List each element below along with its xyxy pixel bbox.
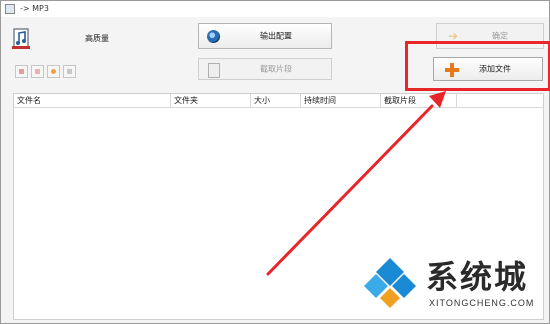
title-bar: -> MP3	[1, 1, 549, 17]
watermark: 系统城 XITONGCHENG.COM	[360, 250, 550, 320]
remove-item-button[interactable]	[15, 65, 28, 78]
watermark-logo-icon	[364, 258, 416, 308]
remove-icon	[19, 69, 24, 74]
ok-label: 确定	[492, 31, 508, 41]
table-header: 文件名 文件夹 大小 持续时间 截取片段	[14, 94, 543, 108]
column-header-folder[interactable]: 文件夹	[171, 94, 251, 107]
column-header-filename[interactable]: 文件名	[14, 94, 171, 107]
output-config-button[interactable]: 输出配置	[198, 23, 332, 49]
audio-file-icon	[12, 28, 30, 49]
clear-icon	[51, 69, 56, 74]
media-info-button[interactable]	[63, 65, 76, 78]
app-icon	[5, 4, 15, 14]
window-title: -> MP3	[20, 4, 49, 13]
watermark-site: XITONGCHENG.COM	[429, 298, 535, 308]
output-config-label: 输出配置	[260, 31, 292, 41]
quality-label: 高质量	[85, 34, 109, 43]
clip-label: 截取片段	[260, 64, 292, 74]
column-header-duration[interactable]: 持续时间	[301, 94, 381, 107]
clip-button[interactable]: 截取片段	[198, 58, 332, 80]
info-icon	[67, 69, 72, 74]
column-header-size[interactable]: 大小	[251, 94, 301, 107]
watermark-brand: 系统城	[426, 258, 529, 296]
add-file-highlight-box	[405, 41, 550, 91]
clear-list-button[interactable]	[47, 65, 60, 78]
play-icon	[35, 69, 40, 74]
film-clip-icon	[208, 63, 220, 78]
column-header-clip[interactable]: 截取片段	[381, 94, 457, 107]
play-item-button[interactable]	[31, 65, 44, 78]
output-config-icon	[207, 30, 220, 43]
